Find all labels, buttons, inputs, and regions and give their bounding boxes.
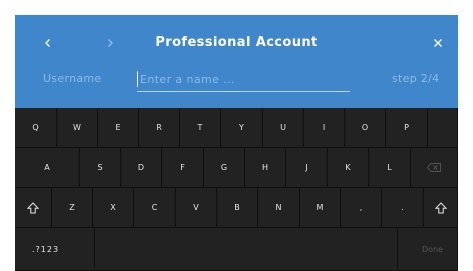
username-input-wrapper bbox=[137, 67, 350, 92]
key-k[interactable]: K bbox=[328, 148, 369, 188]
key-x[interactable]: X bbox=[93, 188, 134, 228]
key-h[interactable]: H bbox=[245, 148, 286, 188]
key-w[interactable]: W bbox=[57, 108, 98, 148]
key-s[interactable]: S bbox=[80, 148, 121, 188]
key-e[interactable]: E bbox=[98, 108, 139, 148]
key-q[interactable]: Q bbox=[15, 108, 57, 148]
username-input[interactable] bbox=[137, 69, 350, 89]
key-period[interactable]: . bbox=[382, 188, 424, 228]
key-z[interactable]: Z bbox=[52, 188, 93, 228]
step-indicator: step 2/4 bbox=[392, 72, 440, 85]
header: Professional Account Username step 2/4 bbox=[15, 15, 458, 108]
key-comma[interactable]: , bbox=[341, 188, 382, 228]
on-screen-keyboard: Q W E R T Y U I O P A S D F G H J K L Z … bbox=[15, 108, 458, 271]
key-y[interactable]: Y bbox=[221, 108, 263, 148]
key-m[interactable]: M bbox=[300, 188, 341, 228]
shift-icon bbox=[434, 201, 447, 213]
numbers-key[interactable]: .?123 bbox=[15, 228, 95, 271]
key-c[interactable]: C bbox=[134, 188, 176, 228]
key-v[interactable]: V bbox=[176, 188, 217, 228]
shift-icon bbox=[27, 201, 39, 213]
key-j[interactable]: J bbox=[286, 148, 328, 188]
key-i[interactable]: I bbox=[304, 108, 345, 148]
page-title: Professional Account bbox=[155, 35, 318, 50]
close-button[interactable] bbox=[426, 33, 450, 53]
close-icon bbox=[434, 39, 442, 47]
key-d[interactable]: D bbox=[121, 148, 162, 188]
backspace-icon bbox=[427, 163, 441, 172]
key-l[interactable]: L bbox=[369, 148, 411, 188]
key-a[interactable]: A bbox=[15, 148, 80, 188]
key-b[interactable]: B bbox=[217, 188, 258, 228]
shift-key-right[interactable] bbox=[424, 188, 458, 228]
key-o[interactable]: O bbox=[345, 108, 386, 148]
key-p[interactable]: P bbox=[386, 108, 428, 148]
key-g[interactable]: G bbox=[204, 148, 245, 188]
space-key[interactable] bbox=[95, 228, 398, 271]
key-f[interactable]: F bbox=[162, 148, 204, 188]
key-row1-blank bbox=[428, 108, 458, 148]
key-n[interactable]: N bbox=[258, 188, 300, 228]
key-u[interactable]: U bbox=[263, 108, 304, 148]
app-frame: Professional Account Username step 2/4 Q… bbox=[15, 15, 458, 271]
backspace-key[interactable] bbox=[411, 148, 458, 188]
text-caret bbox=[137, 71, 138, 87]
key-r[interactable]: R bbox=[139, 108, 180, 148]
key-t[interactable]: T bbox=[180, 108, 221, 148]
username-label: Username bbox=[43, 72, 102, 85]
done-key[interactable]: Done bbox=[398, 228, 458, 271]
shift-key-left[interactable] bbox=[15, 188, 52, 228]
